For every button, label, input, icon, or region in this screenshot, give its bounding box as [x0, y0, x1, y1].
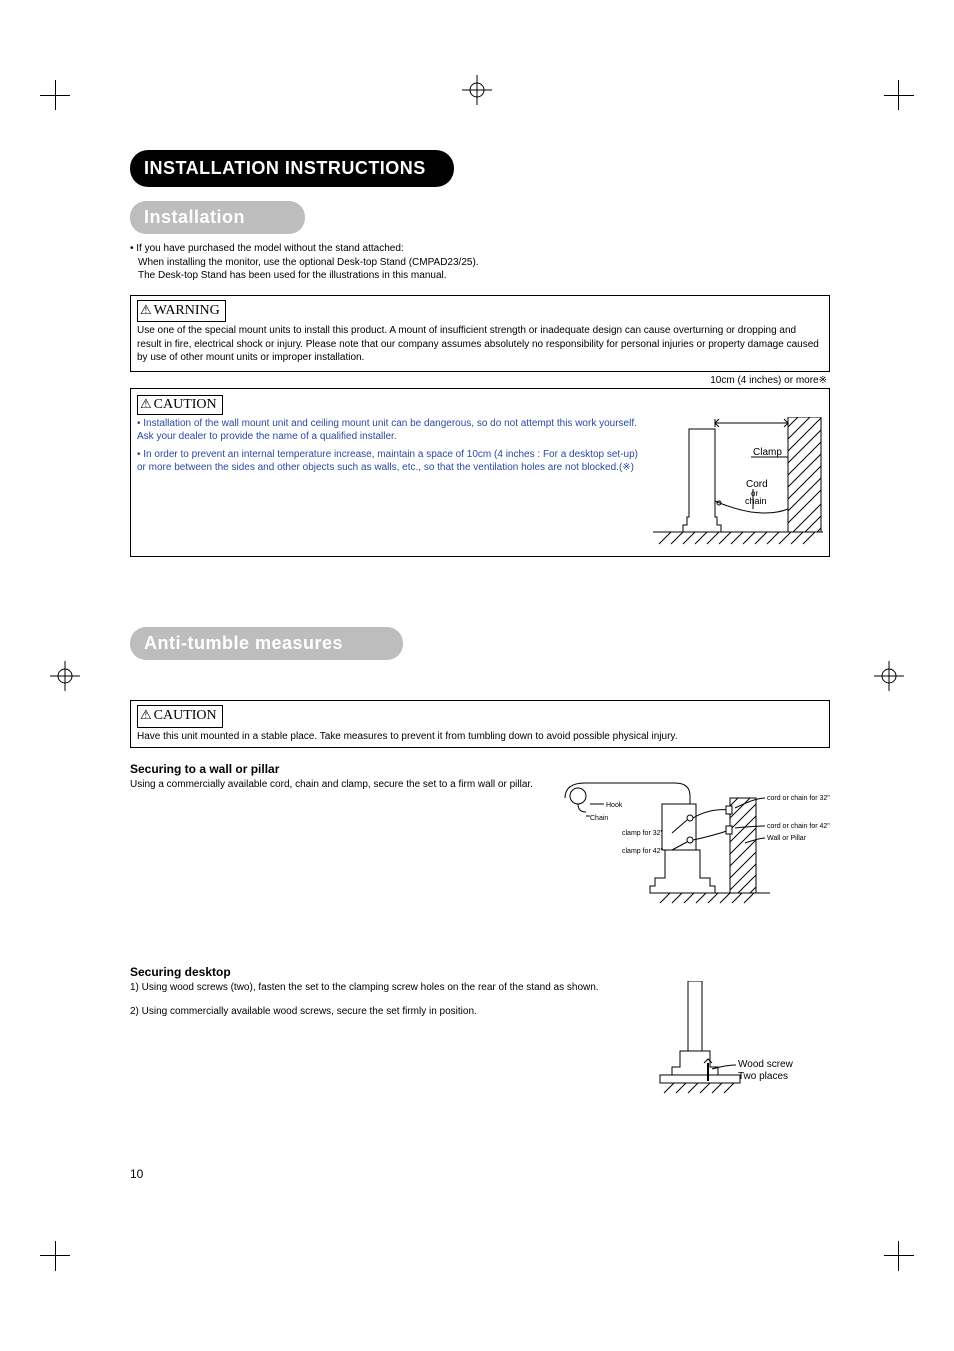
fig-woodscrew-label1: Wood screw	[738, 1059, 794, 1070]
secure-desktop-figure: Wood screw Two places	[650, 981, 830, 1111]
warning-box: ⚠WARNING Use one of the special mount un…	[130, 295, 830, 372]
fig-hook-label: Hook	[606, 802, 623, 809]
caution-label-1-text: CAUTION	[154, 397, 217, 412]
fig-wall-label: Wall or Pillar	[767, 835, 807, 842]
spacing-label: 10cm (4 inches) or more※	[710, 375, 829, 386]
main-heading: INSTALLATION INSTRUCTIONS	[130, 150, 454, 187]
caution-box-1: 10cm (4 inches) or more※ ⚠CAUTION • Inst…	[130, 388, 830, 557]
fig-woodscrew-label2: Two places	[738, 1071, 788, 1082]
caution-box-2: ⚠CAUTION Have this unit mounted in a sta…	[130, 700, 830, 748]
secure-wall-figure: Hook Chain clamp for 32" clamp for 42" c…	[560, 778, 830, 918]
anti-tumble-heading: Anti-tumble measures	[130, 627, 403, 660]
warning-label: ⚠WARNING	[137, 300, 226, 323]
secure-wall-text: Using a commercially available cord, cha…	[130, 778, 560, 792]
caution1-bullet1: • Installation of the wall mount unit an…	[137, 417, 647, 444]
installation-bullet-line1: • If you have purchased the model withou…	[130, 242, 830, 256]
secure-wall-heading: Securing to a wall or pillar	[130, 762, 830, 776]
secure-desktop-line1: 1) Using wood screws (two), fasten the s…	[130, 981, 650, 995]
fig-clamp32-label: clamp for 32"	[622, 830, 664, 837]
clearance-figure: Clamp Cord or chain	[653, 417, 823, 547]
secure-desktop-line2: 2) Using commercially available wood scr…	[130, 1005, 650, 1019]
installation-heading: Installation	[130, 201, 305, 234]
caution-label-1: ⚠CAUTION	[137, 395, 223, 415]
fig-cord32-label: cord or chain for 32"	[767, 795, 830, 802]
registration-mark-icon	[462, 75, 492, 105]
fig-cord-label3: chain	[745, 496, 767, 506]
fig-clamp-label: Clamp	[753, 447, 782, 458]
fig-clamp42-label: clamp for 42"	[622, 848, 664, 855]
caution-label-2-text: CAUTION	[154, 708, 217, 723]
caution1-bullet2: • In order to prevent an internal temper…	[137, 448, 647, 475]
registration-mark-icon	[874, 661, 904, 691]
caution2-text: Have this unit mounted in a stable place…	[137, 730, 823, 744]
secure-desktop-heading: Securing desktop	[130, 965, 830, 979]
warning-triangle-icon: ⚠	[140, 302, 152, 317]
installation-bullet-line2: When installing the monitor, use the opt…	[130, 256, 830, 270]
caution-triangle-icon: ⚠	[140, 396, 152, 411]
page-number: 10	[130, 1167, 143, 1181]
installation-bullet-line3: The Desk-top Stand has been used for the…	[130, 269, 830, 283]
fig-chain-label: Chain	[590, 815, 608, 822]
registration-mark-icon	[50, 661, 80, 691]
warning-text: Use one of the special mount units to in…	[137, 324, 823, 365]
fig-cord42-label: cord or chain for 42"	[767, 823, 830, 830]
warning-label-text: WARNING	[154, 303, 220, 318]
caution-label-2: ⚠CAUTION	[137, 705, 223, 728]
caution-triangle-icon: ⚠	[140, 707, 152, 722]
